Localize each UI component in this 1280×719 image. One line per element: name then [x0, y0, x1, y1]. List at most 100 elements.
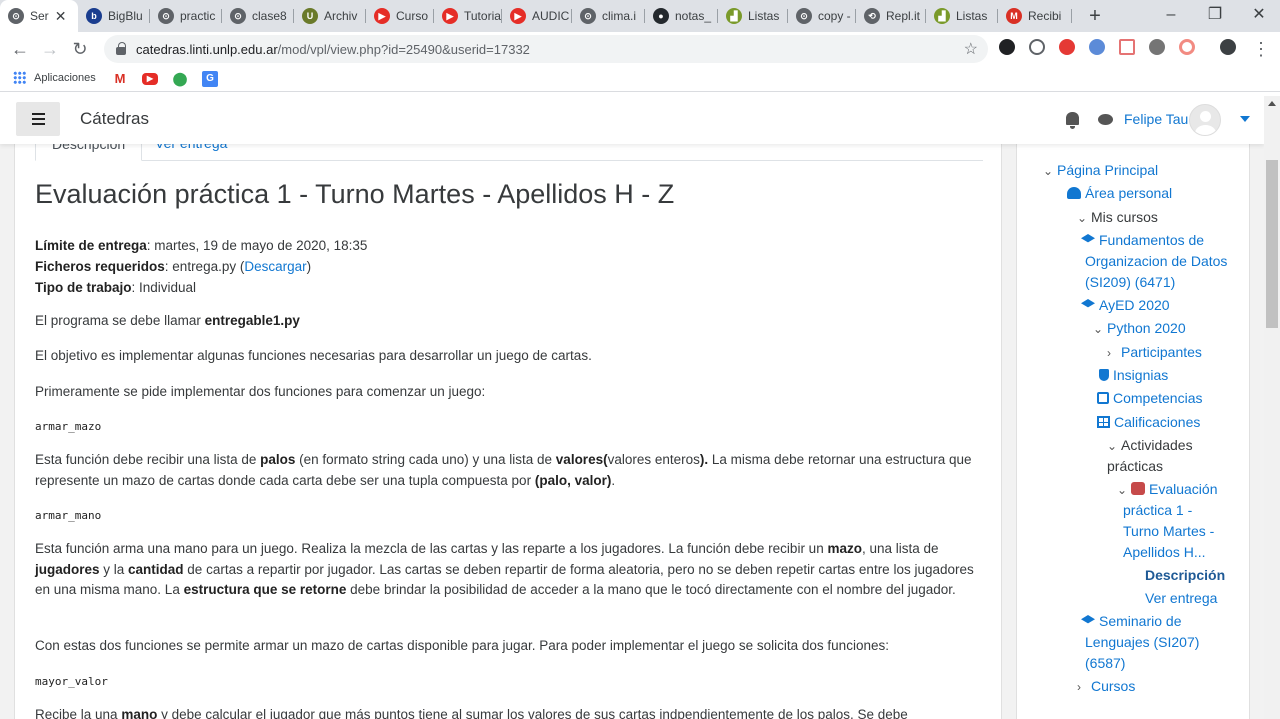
- tab-separator: [644, 9, 645, 23]
- maximize-button[interactable]: ❐: [1193, 0, 1237, 32]
- browser-tab[interactable]: ⊙ practic: [150, 0, 222, 32]
- close-window-button[interactable]: ✕: [1237, 0, 1280, 32]
- tab-favicon-icon: U: [302, 8, 318, 24]
- nav-item-courses[interactable]: › Cursos: [1077, 676, 1135, 698]
- extension-icon[interactable]: [1029, 39, 1045, 55]
- menu-icon[interactable]: ⋮: [1249, 37, 1273, 61]
- paragraph: Esta función arma una mano para un juego…: [35, 541, 974, 597]
- browser-tab[interactable]: ▟ Listas: [926, 0, 998, 32]
- download-link[interactable]: Descargar: [244, 259, 306, 274]
- nav-item-course-seminario-line2[interactable]: Lenguajes (SI207): [1085, 632, 1199, 653]
- tab-separator: [717, 9, 718, 23]
- nav-item-course-fod[interactable]: Fundamentos de: [1081, 230, 1204, 251]
- apps-grid-icon: [13, 71, 26, 84]
- tab-favicon-icon: ▶: [510, 8, 526, 24]
- browser-tab[interactable]: U Archiv: [294, 0, 366, 32]
- graduation-cap-icon: [1081, 299, 1095, 308]
- reload-icon[interactable]: ↻: [68, 37, 92, 61]
- nav-item-badges[interactable]: Insignias: [1099, 365, 1168, 386]
- apps-shortcut[interactable]: Aplicaciones: [13, 71, 96, 84]
- scrollbar-thumb[interactable]: [1266, 160, 1278, 328]
- tab-favicon-icon: ⊙: [580, 8, 596, 24]
- paragraph: El objetivo es implementar algunas funci…: [35, 348, 592, 363]
- gmail-icon[interactable]: M: [112, 71, 128, 87]
- nav-item-description-active[interactable]: Descripción: [1145, 565, 1225, 586]
- bookmark-star-icon[interactable]: ☆: [964, 39, 978, 59]
- hamburger-menu-icon[interactable]: [16, 102, 60, 136]
- tab-separator: [365, 9, 366, 23]
- nav-item-evaluation-line2[interactable]: práctica 1 -: [1123, 500, 1192, 521]
- user-menu-caret-icon[interactable]: [1240, 116, 1250, 122]
- nav-item-evaluation-line3[interactable]: Turno Martes -: [1123, 521, 1214, 542]
- browser-tab[interactable]: ⊙ Ser ✕: [0, 0, 78, 32]
- tab-separator: [1071, 9, 1072, 23]
- nav-item-participants[interactable]: › Participantes: [1107, 342, 1202, 364]
- nav-item-activities-line2[interactable]: prácticas: [1107, 456, 1163, 477]
- nav-item-dashboard[interactable]: Área personal: [1067, 183, 1172, 204]
- maps-icon[interactable]: ⬤: [172, 71, 188, 87]
- tab-favicon-icon: ▟: [934, 8, 950, 24]
- browser-tab[interactable]: ▶ Curso: [366, 0, 434, 32]
- browser-tab[interactable]: ▟ Listas: [718, 0, 788, 32]
- messages-icon[interactable]: [1098, 114, 1113, 125]
- tab-separator: [221, 9, 222, 23]
- tab-title: Listas: [748, 9, 780, 23]
- nav-item-my-courses[interactable]: ⌄ Mis cursos: [1077, 207, 1158, 229]
- browser-tab[interactable]: ⟲ Repl.it: [856, 0, 926, 32]
- browser-tab-bar: M Recibi ▟ Listas ⟲ Repl.it ⊙ copy - ▟ Listas ● not…: [0, 0, 1280, 32]
- browser-tab[interactable]: ● notas_: [645, 0, 718, 32]
- files-value: : entrega.py (: [164, 259, 245, 274]
- translate-icon[interactable]: G: [202, 71, 218, 87]
- tab-close-icon[interactable]: ✕: [55, 8, 67, 25]
- extension-icon[interactable]: [1089, 39, 1105, 55]
- nav-item-course-seminario-line3[interactable]: (6587): [1085, 653, 1125, 674]
- browser-tab[interactable]: ⊙ copy -: [788, 0, 856, 32]
- user-name[interactable]: Felipe Tau: [1124, 111, 1188, 127]
- nav-item-python-2020[interactable]: ⌄ Python 2020: [1093, 318, 1186, 340]
- forward-icon[interactable]: →: [38, 37, 62, 61]
- nav-item-evaluation-line4[interactable]: Apellidos H...: [1123, 542, 1205, 563]
- nav-item-home[interactable]: ⌄ Página Principal: [1043, 160, 1158, 182]
- browser-tab[interactable]: M Recibi: [998, 0, 1072, 32]
- nav-item-course-ayed[interactable]: AyED 2020: [1081, 295, 1170, 316]
- minimize-button[interactable]: –: [1149, 0, 1193, 32]
- extension-icon[interactable]: [999, 39, 1015, 55]
- nav-item-course-seminario[interactable]: Seminario de: [1081, 611, 1182, 632]
- youtube-icon[interactable]: ▶: [142, 73, 158, 85]
- navigation-block: ⌄ Página Principal Área personal ⌄ Mis cur…: [1016, 96, 1250, 719]
- new-tab-button[interactable]: +: [1083, 4, 1107, 28]
- browser-tab[interactable]: b BigBlu: [78, 0, 150, 32]
- tab-title: Listas: [956, 9, 988, 23]
- user-avatar[interactable]: [1189, 104, 1221, 136]
- shield-icon: [1099, 369, 1109, 381]
- browser-tab[interactable]: ⊙ clima.i: [572, 0, 645, 32]
- nav-item-activities[interactable]: ⌄ Actividades: [1107, 435, 1193, 457]
- address-bar[interactable]: catedras.linti.unlp.edu.ar/mod/vpl/view.…: [104, 35, 988, 63]
- extension-icon[interactable]: [1149, 39, 1165, 55]
- nav-item-competencies[interactable]: Competencias: [1097, 388, 1203, 409]
- nav-item-evaluation[interactable]: ⌄ Evaluación: [1117, 479, 1218, 501]
- vpl-activity-icon: [1131, 482, 1145, 495]
- browser-tab[interactable]: ⊙ clase8: [222, 0, 294, 32]
- scroll-up-icon[interactable]: [1268, 101, 1276, 106]
- extension-icon[interactable]: [1059, 39, 1075, 55]
- tab-favicon-icon: ▟: [726, 8, 742, 24]
- browser-tab[interactable]: ▶ Tutoria: [434, 0, 502, 32]
- tab-separator: [571, 9, 572, 23]
- profile-avatar[interactable]: [1220, 39, 1236, 55]
- notifications-bell-icon[interactable]: [1066, 112, 1079, 129]
- site-name[interactable]: Cátedras: [80, 109, 149, 129]
- back-icon[interactable]: ←: [8, 37, 32, 61]
- page-scrollbar[interactable]: [1264, 96, 1280, 719]
- lock-icon: [116, 42, 126, 55]
- nav-item-course-fod-line2[interactable]: Organizacion de Datos: [1085, 251, 1227, 272]
- nav-item-course-fod-line3[interactable]: (SI209) (6471): [1085, 272, 1175, 293]
- nav-item-view-submission[interactable]: Ver entrega: [1145, 588, 1217, 609]
- browser-tab[interactable]: ▶ AUDIC: [502, 0, 572, 32]
- extension-icon[interactable]: [1179, 39, 1195, 55]
- nav-item-grades[interactable]: Calificaciones: [1097, 412, 1200, 433]
- extension-icon[interactable]: [1119, 39, 1135, 55]
- chevron-down-icon: ⌄: [1117, 483, 1128, 497]
- tab-title: Recibi: [1028, 9, 1062, 23]
- page-title: Evaluación práctica 1 - Turno Martes - A…: [35, 179, 675, 209]
